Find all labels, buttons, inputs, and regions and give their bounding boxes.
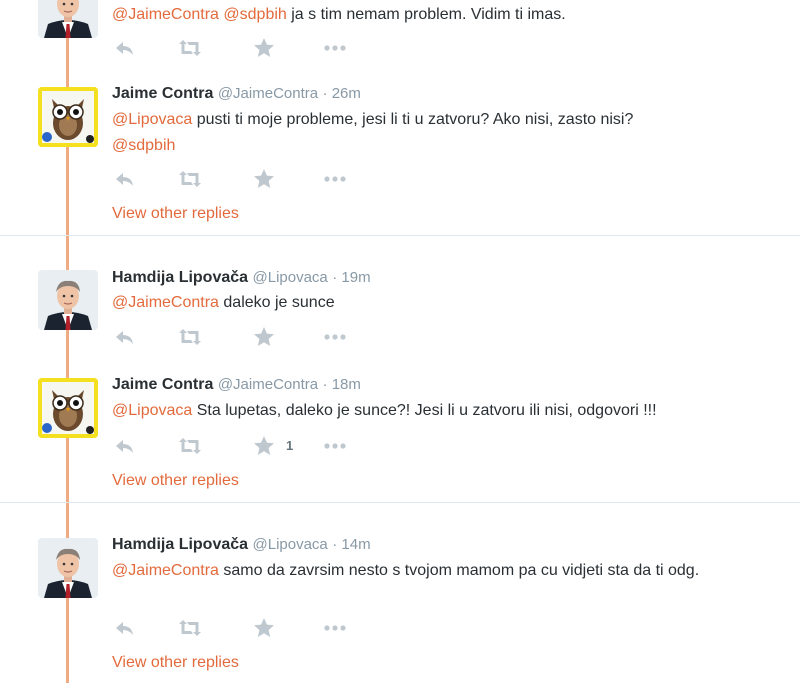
favorite-icon[interactable] <box>252 325 276 349</box>
retweet-icon[interactable] <box>176 167 204 191</box>
retweet-icon[interactable] <box>176 36 204 60</box>
tweet-text: @JaimeContra samo da zavrsim nesto s tvo… <box>112 562 700 579</box>
avatar-jaime[interactable] <box>38 87 98 147</box>
mention-link[interactable]: @sdpbih <box>112 137 175 154</box>
tweet-text: @JaimeContra @sdpbih ja s tim nemam prob… <box>112 6 566 23</box>
view-other-replies-link[interactable]: View other replies <box>112 472 239 490</box>
mention-link[interactable]: @sdpbih <box>223 6 286 23</box>
favorite-icon[interactable] <box>252 616 276 640</box>
tweet-header: Jaime Contra @JaimeContra · 18m <box>112 376 361 394</box>
retweet-icon[interactable] <box>176 616 204 640</box>
display-name[interactable]: Hamdija Lipovača <box>112 269 248 286</box>
user-handle[interactable]: @Lipovaca <box>253 536 328 553</box>
more-options-icon[interactable] <box>322 325 348 349</box>
reply-icon[interactable] <box>112 616 136 640</box>
avatar-hamdija[interactable] <box>38 0 98 38</box>
display-name[interactable]: Jaime Contra <box>112 376 213 393</box>
display-name[interactable]: Jaime Contra <box>112 85 213 102</box>
thread-separator <box>0 502 800 503</box>
tweet-header: Hamdija Lipovača @Lipovaca · 19m <box>112 269 371 287</box>
timestamp[interactable]: · 14m <box>332 536 370 553</box>
timestamp[interactable]: · 19m <box>332 269 370 286</box>
tweet-header: Hamdija Lipovača @Lipovaca · 14m <box>112 536 371 554</box>
favorite-icon[interactable] <box>252 167 276 191</box>
mention-link[interactable]: @JaimeContra <box>112 562 219 579</box>
more-options-icon[interactable] <box>322 36 348 60</box>
more-options-icon[interactable] <box>322 167 348 191</box>
user-handle[interactable]: @Lipovaca <box>253 269 328 286</box>
favorite-icon[interactable] <box>252 434 276 458</box>
reply-icon[interactable] <box>112 325 136 349</box>
view-other-replies-link[interactable]: View other replies <box>112 205 239 223</box>
mention-link[interactable]: @JaimeContra <box>112 6 219 23</box>
tweet-text: @JaimeContra daleko je sunce <box>112 294 335 311</box>
retweet-icon[interactable] <box>176 325 204 349</box>
avatar-hamdija[interactable] <box>38 538 98 598</box>
tweet-header: Jaime Contra @JaimeContra · 26m <box>112 85 361 103</box>
thread-separator <box>0 235 800 236</box>
more-options-icon[interactable] <box>322 616 348 640</box>
avatar-jaime[interactable] <box>38 378 98 438</box>
mention-link[interactable]: @Lipovaca <box>112 402 192 419</box>
timestamp[interactable]: · 18m <box>323 376 361 393</box>
more-options-icon[interactable] <box>322 434 348 458</box>
timestamp[interactable]: · 26m <box>323 85 361 102</box>
tweet-text: @Lipovaca Sta lupetas, daleko je sunce?!… <box>112 402 657 419</box>
tweet-text: @Lipovaca pusti ti moje probleme, jesi l… <box>112 111 634 154</box>
favorite-count: 1 <box>286 438 294 453</box>
reply-icon[interactable] <box>112 434 136 458</box>
user-handle[interactable]: @JaimeContra <box>218 376 318 393</box>
reply-icon[interactable] <box>112 36 136 60</box>
retweet-icon[interactable] <box>176 434 204 458</box>
favorite-icon[interactable] <box>252 36 276 60</box>
reply-icon[interactable] <box>112 167 136 191</box>
mention-link[interactable]: @Lipovaca <box>112 111 192 128</box>
user-handle[interactable]: @JaimeContra <box>218 85 318 102</box>
avatar-hamdija[interactable] <box>38 270 98 330</box>
display-name[interactable]: Hamdija Lipovača <box>112 536 248 553</box>
mention-link[interactable]: @JaimeContra <box>112 294 219 311</box>
view-other-replies-link[interactable]: View other replies <box>112 654 239 672</box>
